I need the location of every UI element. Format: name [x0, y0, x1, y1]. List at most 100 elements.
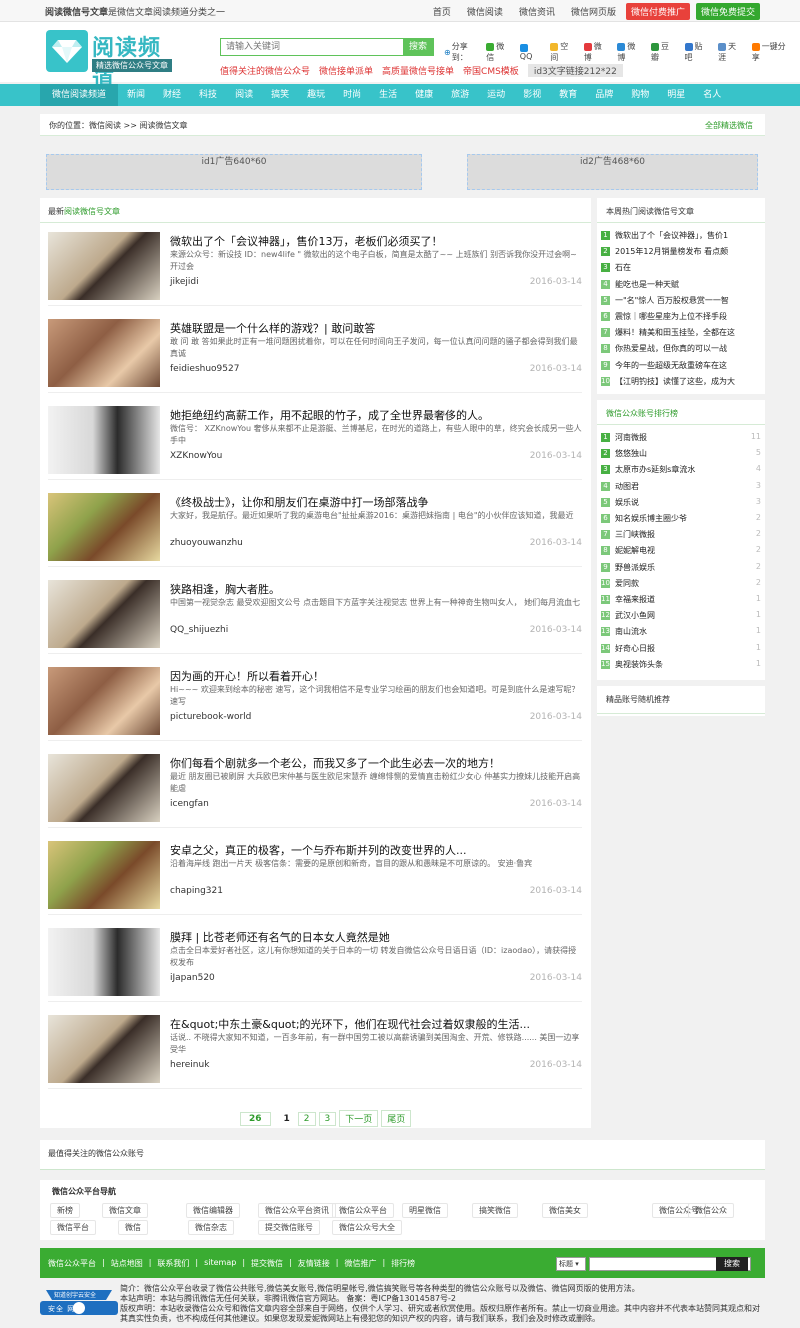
nav-item[interactable]: 时尚	[334, 84, 370, 106]
article-author[interactable]: picturebook-world	[170, 712, 251, 722]
article-author[interactable]: feidieshuo9527	[170, 364, 239, 374]
nav-item[interactable]: 购物	[622, 84, 658, 106]
nav-item[interactable]: 财经	[154, 84, 190, 106]
article-thumbnail[interactable]	[48, 754, 160, 822]
article-author[interactable]: chaping321	[170, 886, 223, 896]
rank-account-item[interactable]: 11 幸福来报道 1	[601, 594, 763, 610]
share-more[interactable]: 一键分享	[751, 41, 795, 63]
share-douban[interactable]: 豆瓣	[650, 41, 680, 63]
article-author[interactable]: hereinuk	[170, 1060, 209, 1070]
hot-article-item[interactable]: 4 能吃也是一种天赋	[601, 279, 763, 295]
search-button[interactable]: 搜索	[403, 39, 433, 55]
nav-item[interactable]: 微信阅读频道	[40, 84, 119, 106]
article-author[interactable]: iJapan520	[170, 973, 215, 983]
rank-account-item[interactable]: 14 好奇心日报 1	[601, 643, 763, 659]
free-submit-button[interactable]: 微信免费提交	[695, 2, 760, 20]
nav-item[interactable]: 阅读	[226, 84, 262, 106]
ad-slot-1[interactable]: id1广告640*60	[46, 154, 422, 190]
article-title[interactable]: 英雄联盟是一个什么样的游戏？| 敢问敢答	[170, 320, 375, 336]
platform-link[interactable]: 微信	[118, 1220, 148, 1235]
hot-link[interactable]: 值得关注的微信公众号	[220, 64, 310, 77]
footer-link[interactable]: 微信推广	[344, 1258, 376, 1269]
article-thumbnail[interactable]	[48, 232, 160, 300]
article-thumbnail[interactable]	[48, 406, 160, 474]
article-thumbnail[interactable]	[48, 580, 160, 648]
article-title[interactable]: 在&quot;中东土豪&quot;的光环下，他们在现代社会过着奴隶般的生活...	[170, 1016, 530, 1032]
article-title[interactable]: 因为画的开心！所以看着开心！	[170, 668, 324, 684]
nav-item[interactable]: 影视	[514, 84, 550, 106]
nav-item[interactable]: 教育	[550, 84, 586, 106]
article-title[interactable]: 膜拜 | 比苍老师还有名气的日本女人竟然是她	[170, 929, 390, 945]
hot-article-item[interactable]: 3 石在	[601, 262, 763, 278]
hot-link[interactable]: 微信接单派单	[319, 64, 373, 77]
hot-article-item[interactable]: 9 今年的一些超级无敌重磅车在这	[601, 360, 763, 376]
platform-link[interactable]: 微信平台	[50, 1220, 96, 1235]
page-link[interactable]: 3	[318, 1111, 337, 1126]
share-tweibo[interactable]: 微博	[617, 41, 646, 63]
platform-link[interactable]: 微信编辑器	[186, 1203, 240, 1218]
platform-link[interactable]: 微信杂志	[188, 1220, 234, 1235]
all-wechat-link[interactable]: 全部精选微信	[705, 120, 753, 131]
share-weibo[interactable]: 微博	[583, 41, 613, 63]
nav-item[interactable]: 趣玩	[298, 84, 334, 106]
platform-link[interactable]: 微信公众平台	[332, 1203, 394, 1218]
platform-link[interactable]: 新榜	[50, 1203, 80, 1218]
article-title[interactable]: 安卓之父，真正的极客，一个与乔布斯并列的改变世界的人...	[170, 842, 467, 858]
share-qq[interactable]: QQ	[519, 43, 545, 61]
article-author[interactable]: XZKnowYou	[170, 451, 222, 461]
search-input[interactable]	[221, 39, 403, 55]
rank-account-item[interactable]: 4 动图君 3	[601, 481, 763, 497]
platform-link[interactable]: 提交微信账号	[258, 1220, 320, 1235]
top-link-web[interactable]: 微信网页版	[571, 5, 616, 18]
footer-link[interactable]: 友情链接	[298, 1258, 330, 1269]
nav-item[interactable]: 健康	[406, 84, 442, 106]
rank-account-item[interactable]: 8 妮妮解电视 2	[601, 545, 763, 561]
rank-account-item[interactable]: 3 太原市办s延刻s章流水 4	[601, 464, 763, 480]
footer-link[interactable]: 提交微信	[251, 1258, 283, 1269]
nav-item[interactable]: 新闻	[118, 84, 154, 106]
article-author[interactable]: zhuoyouwanzhu	[170, 538, 243, 548]
nav-item[interactable]: 明星	[658, 84, 694, 106]
nav-item[interactable]: 运动	[478, 84, 514, 106]
footer-link[interactable]: 联系我们	[157, 1258, 189, 1269]
rank-account-item[interactable]: 13 南山流水 1	[601, 626, 763, 642]
nav-item[interactable]: 品牌	[586, 84, 622, 106]
rank-account-item[interactable]: 9 野兽派娱乐 2	[601, 562, 763, 578]
hot-article-item[interactable]: 7 爆料！精美和田玉挂坠，全都在这	[601, 327, 763, 343]
share-tianya[interactable]: 天涯	[718, 41, 747, 63]
page-link[interactable]: 2	[297, 1111, 316, 1126]
hot-article-item[interactable]: 5 一"名"惊人 百万股权悬赏一一智	[601, 295, 763, 311]
nav-item[interactable]: 科技	[190, 84, 226, 106]
platform-link[interactable]: 微信公众平台资讯	[258, 1203, 336, 1218]
footer-link[interactable]: 排行榜	[391, 1258, 415, 1269]
article-title[interactable]: 狭路相逢，胸大者胜。	[170, 581, 280, 597]
platform-link[interactable]: 微信公众	[688, 1203, 734, 1218]
hot-article-item[interactable]: 8 你热爱星战，但你真的可以一战	[601, 343, 763, 359]
nav-item[interactable]: 名人	[694, 84, 730, 106]
next-page[interactable]: 下一页	[339, 1110, 379, 1127]
platform-link[interactable]: 搞笑微信	[472, 1203, 518, 1218]
article-thumbnail[interactable]	[48, 841, 160, 909]
hot-article-item[interactable]: 6 震惊｜哪些星座为上位不择手段	[601, 311, 763, 327]
rank-account-item[interactable]: 2 悠悠独山 5	[601, 448, 763, 464]
rank-account-item[interactable]: 10 爱同款 2	[601, 578, 763, 594]
hot-article-item[interactable]: 1 微软出了个「会议神器」，售价1	[601, 230, 763, 246]
article-title[interactable]: 你们每看个剧就多一个老公，而我又多了一个此生必去一次的地方！	[170, 755, 500, 771]
platform-link[interactable]: 明星微信	[402, 1203, 448, 1218]
article-thumbnail[interactable]	[48, 928, 160, 996]
article-thumbnail[interactable]	[48, 1015, 160, 1083]
article-title[interactable]: 《终极战士》，让你和朋友们在桌游中打一场部落战争	[170, 494, 429, 510]
top-link-home[interactable]: 首页	[433, 5, 451, 18]
article-title[interactable]: 微软出了个「会议神器」，售价13万，老板们必须买了！	[170, 233, 443, 249]
article-author[interactable]: QQ_shijuezhi	[170, 625, 228, 635]
nav-item[interactable]: 旅游	[442, 84, 478, 106]
nav-item[interactable]: 生活	[370, 84, 406, 106]
last-page[interactable]: 尾页	[381, 1110, 412, 1127]
article-thumbnail[interactable]	[48, 667, 160, 735]
article-thumbnail[interactable]	[48, 319, 160, 387]
platform-link[interactable]: 微信美女	[542, 1203, 588, 1218]
footer-link[interactable]: 微信公众平台	[48, 1258, 96, 1269]
article-author[interactable]: jikejidi	[170, 277, 199, 287]
article-title[interactable]: 她拒绝纽约高薪工作，用不起眼的竹子，成了全世界最奢侈的人。	[170, 407, 489, 423]
rank-account-item[interactable]: 15 奥视装饰头条 1	[601, 659, 763, 675]
